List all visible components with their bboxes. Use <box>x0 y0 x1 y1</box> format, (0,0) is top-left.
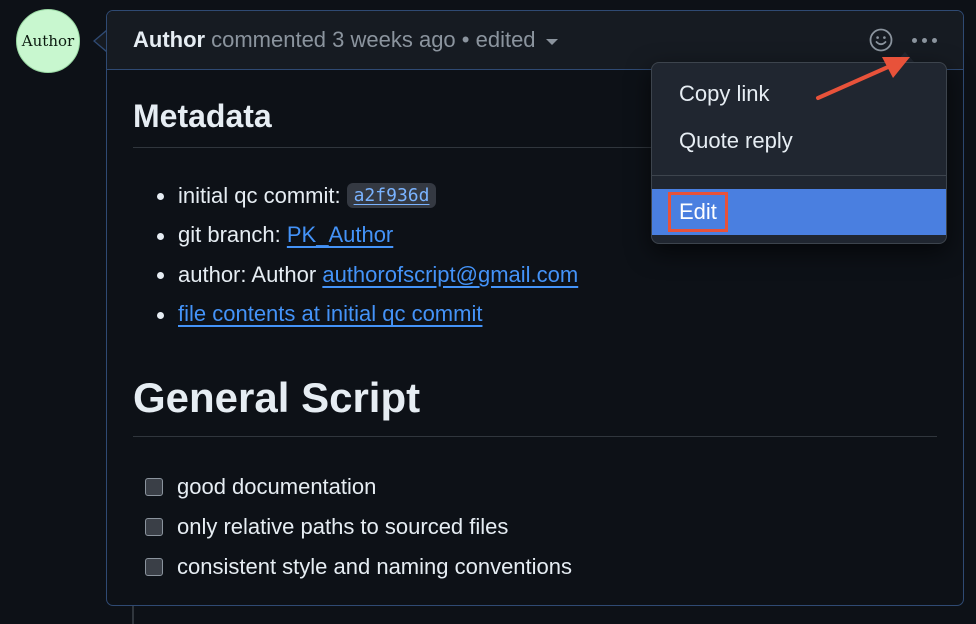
commit-sha-link[interactable]: a2f936d <box>346 183 437 209</box>
edited-dropdown-icon[interactable] <box>545 39 558 45</box>
branch-link[interactable]: PK_Author <box>287 222 393 248</box>
list-item: author: Author authorofscript@gmail.com <box>157 255 937 295</box>
task-label: good documentation <box>177 474 377 499</box>
task-item: consistent style and naming conventions <box>145 547 937 587</box>
kebab-horizontal-icon[interactable] <box>912 31 937 49</box>
task-label: consistent style and naming conventions <box>177 554 573 579</box>
general-script-heading: General Script <box>133 374 937 437</box>
menu-divider <box>652 175 946 176</box>
commit-label: initial qc commit: <box>178 182 341 208</box>
file-contents-link[interactable]: file contents at initial qc commit <box>178 301 482 327</box>
task-checklist: good documentation only relative paths t… <box>133 437 937 587</box>
avatar[interactable]: Author <box>16 9 80 73</box>
comment-timestamp[interactable]: commented 3 weeks ago • edited <box>211 27 535 53</box>
task-checkbox[interactable] <box>145 518 163 536</box>
list-item: file contents at initial qc commit <box>157 295 937 335</box>
author-email-link[interactable]: authorofscript@gmail.com <box>322 262 578 288</box>
menu-item-quote-reply[interactable]: Quote reply <box>652 118 946 164</box>
author-label: author: Author <box>178 261 317 287</box>
avatar-label: Author <box>21 32 75 50</box>
comment-author-link[interactable]: Author <box>133 27 205 53</box>
task-label: only relative paths to sourced files <box>177 514 509 539</box>
branch-label: git branch: <box>178 222 281 248</box>
menu-item-copy-link[interactable]: Copy link <box>652 71 946 117</box>
annotation-highlight-box <box>668 192 728 232</box>
smiley-icon[interactable] <box>869 28 893 52</box>
task-item: good documentation <box>145 467 937 507</box>
task-checkbox[interactable] <box>145 478 163 496</box>
task-checkbox[interactable] <box>145 558 163 576</box>
task-item: only relative paths to sourced files <box>145 507 937 547</box>
timeline-line <box>132 604 134 624</box>
